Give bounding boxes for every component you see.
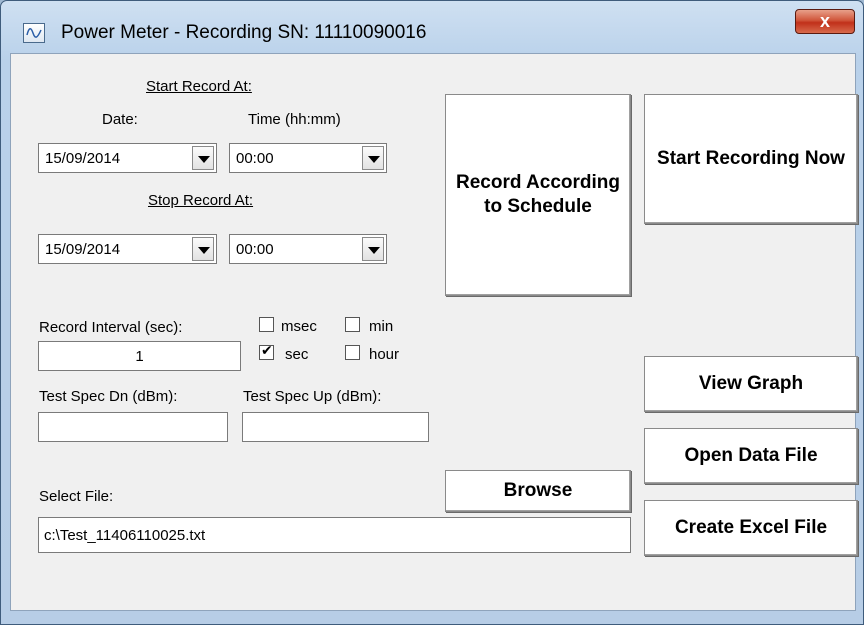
stop-record-heading: Stop Record At:: [148, 192, 254, 209]
browse-button[interactable]: Browse: [445, 470, 631, 512]
chevron-down-icon[interactable]: [192, 146, 214, 170]
sec-checkbox[interactable]: [259, 343, 274, 360]
hour-label: hour: [369, 346, 400, 363]
stop-time-dropdown[interactable]: 00:00: [229, 234, 387, 264]
stop-date-dropdown[interactable]: 15/09/2014: [38, 234, 217, 264]
window-title: Power Meter - Recording SN: 11110090016: [61, 22, 427, 43]
msec-label: msec: [281, 318, 317, 335]
open-data-file-button[interactable]: Open Data File: [644, 428, 858, 484]
start-time-value: 00:00: [236, 150, 274, 167]
create-excel-file-button[interactable]: Create Excel File: [644, 500, 858, 556]
waveform-icon: [23, 23, 45, 43]
record-interval-value: 1: [135, 348, 144, 365]
test-spec-up-input[interactable]: [242, 412, 429, 442]
min-checkbox[interactable]: [345, 317, 360, 332]
select-file-label: Select File:: [39, 488, 114, 505]
file-path-value: c:\Test_11406110025.txt: [44, 527, 206, 544]
record-interval-label: Record Interval (sec):: [39, 319, 183, 336]
msec-checkbox[interactable]: [259, 317, 274, 332]
chevron-down-icon[interactable]: [362, 237, 384, 261]
start-record-heading: Start Record At:: [146, 78, 252, 95]
start-time-dropdown[interactable]: 00:00: [229, 143, 387, 173]
test-spec-dn-input[interactable]: [38, 412, 228, 442]
test-spec-up-label: Test Spec Up (dBm):: [243, 388, 382, 405]
time-label: Time (hh:mm): [248, 111, 341, 128]
min-label: min: [369, 318, 394, 335]
hour-checkbox[interactable]: [345, 345, 360, 360]
chevron-down-icon[interactable]: [362, 146, 384, 170]
test-spec-dn-label: Test Spec Dn (dBm):: [39, 388, 178, 405]
title-bar: Power Meter - Recording SN: 11110090016 …: [1, 1, 863, 51]
chevron-down-icon[interactable]: [192, 237, 214, 261]
record-interval-input[interactable]: 1: [38, 341, 241, 371]
view-graph-button[interactable]: View Graph: [644, 356, 858, 412]
start-date-dropdown[interactable]: 15/09/2014: [38, 143, 217, 173]
record-schedule-button[interactable]: Record According to Schedule: [445, 94, 631, 296]
date-label: Date:: [102, 111, 138, 128]
client-area: Start Record At: Date: Time (hh:mm) 15/0…: [10, 53, 858, 611]
stop-date-value: 15/09/2014: [45, 241, 121, 258]
sec-label: sec: [285, 346, 309, 363]
close-button[interactable]: x: [795, 9, 855, 34]
file-path-input[interactable]: c:\Test_11406110025.txt: [38, 517, 631, 553]
power-meter-window: Power Meter - Recording SN: 11110090016 …: [0, 0, 864, 625]
start-recording-now-button[interactable]: Start Recording Now: [644, 94, 858, 224]
stop-time-value: 00:00: [236, 241, 274, 258]
start-date-value: 15/09/2014: [45, 150, 121, 167]
